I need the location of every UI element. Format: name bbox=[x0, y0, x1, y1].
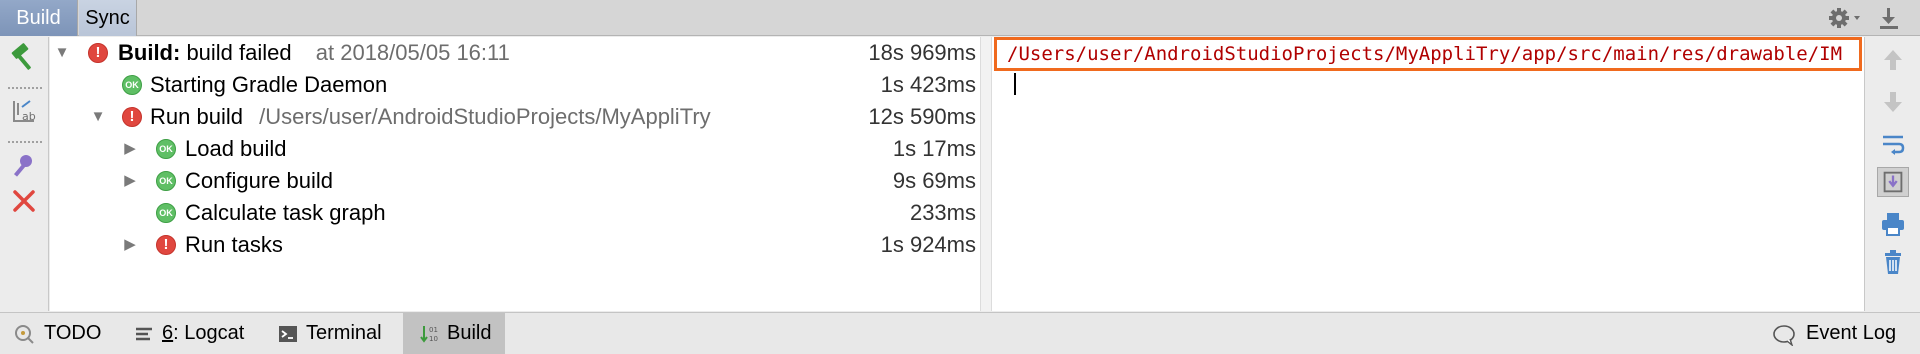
hide-panel-icon[interactable] bbox=[1874, 4, 1904, 32]
tree-row-task-graph[interactable]: OK Calculate task graph 233ms bbox=[50, 197, 980, 229]
toolbar-separator bbox=[8, 87, 42, 89]
build-title-bold: Build: bbox=[118, 40, 181, 65]
duration: 12s 590ms bbox=[868, 104, 976, 129]
svg-text:10: 10 bbox=[429, 335, 438, 343]
soft-wrap-icon[interactable] bbox=[1877, 129, 1909, 159]
row-title: Run tasks bbox=[185, 232, 283, 257]
tab-event-log[interactable]: Event Log bbox=[1772, 313, 1914, 354]
error-icon: ! bbox=[156, 235, 176, 255]
tab-logcat[interactable]: 6: Logcat bbox=[134, 313, 254, 354]
tab-terminal[interactable]: Terminal bbox=[278, 313, 398, 354]
close-icon[interactable] bbox=[8, 185, 40, 217]
tree-row-daemon[interactable]: OK Starting Gradle Daemon 1s 423ms bbox=[50, 69, 980, 101]
tab-todo[interactable]: TODO bbox=[12, 313, 102, 354]
toolbar-separator bbox=[8, 141, 42, 143]
svg-text:01: 01 bbox=[429, 326, 438, 334]
duration: 1s 423ms bbox=[880, 72, 976, 97]
row-title: Load build bbox=[185, 136, 287, 161]
tree-row-build[interactable]: ▼ ! Build: build failed at 2018/05/05 16… bbox=[50, 37, 980, 69]
console-output[interactable]: /Users/user/AndroidStudioProjects/MyAppl… bbox=[992, 37, 1864, 311]
error-icon: ! bbox=[88, 43, 108, 63]
ok-icon: OK bbox=[156, 171, 176, 191]
tree-row-run-tasks[interactable]: ▶ ! Run tasks 1s 924ms bbox=[50, 229, 980, 261]
left-toolbar: ab bbox=[0, 37, 49, 311]
gear-icon[interactable] bbox=[1828, 6, 1864, 30]
expand-toggle-icon[interactable]: ▼ bbox=[88, 101, 108, 133]
row-title: Starting Gradle Daemon bbox=[150, 72, 388, 97]
duration: 1s 924ms bbox=[880, 232, 976, 257]
up-arrow-icon[interactable] bbox=[1877, 45, 1909, 75]
collapsed-toggle-icon[interactable]: ▶ bbox=[120, 133, 140, 165]
row-title: Calculate task graph bbox=[185, 200, 386, 225]
terminal-icon bbox=[279, 326, 297, 342]
error-icon: ! bbox=[122, 107, 142, 127]
tab-label: TODO bbox=[44, 322, 102, 344]
error-path-line[interactable]: /Users/user/AndroidStudioProjects/MyAppl… bbox=[994, 37, 1862, 71]
print-icon[interactable] bbox=[1877, 209, 1909, 239]
duration: 233ms bbox=[909, 200, 976, 225]
tab-label: : Logcat bbox=[173, 322, 245, 344]
ok-icon: OK bbox=[156, 203, 176, 223]
build-tool-window-header: Build Sync bbox=[0, 0, 1920, 36]
ok-icon: OK bbox=[156, 139, 176, 159]
scroll-to-end-icon[interactable] bbox=[1877, 167, 1909, 197]
trash-icon[interactable] bbox=[1877, 247, 1909, 277]
expand-toggle-icon[interactable]: ▼ bbox=[52, 37, 72, 69]
tab-label: Terminal bbox=[306, 322, 382, 344]
event-log-icon bbox=[1773, 325, 1795, 346]
text-caret bbox=[1014, 73, 1016, 95]
build-title: build failed bbox=[180, 40, 292, 65]
collapsed-toggle-icon[interactable]: ▶ bbox=[120, 229, 140, 261]
tab-build-bottom[interactable]: 01 10 Build bbox=[403, 313, 505, 354]
duration: 18s 969ms bbox=[868, 40, 976, 65]
duration: 9s 69ms bbox=[892, 168, 976, 193]
right-toolbar bbox=[1864, 37, 1920, 311]
ok-icon: OK bbox=[122, 75, 142, 95]
pin-icon[interactable] bbox=[8, 149, 40, 181]
todo-icon bbox=[15, 325, 34, 344]
bottom-tool-bar: TODO 6: Logcat Terminal 01 10 Build Even… bbox=[0, 312, 1920, 354]
tab-build[interactable]: Build bbox=[0, 0, 78, 36]
build-timestamp: at 2018/05/05 16:11 bbox=[315, 40, 510, 65]
tab-label: Build bbox=[447, 322, 492, 344]
duration: 1s 17ms bbox=[892, 136, 976, 161]
build-tree: ▼ ! Build: build failed at 2018/05/05 16… bbox=[50, 37, 980, 311]
hammer-icon[interactable] bbox=[8, 43, 40, 75]
project-path: /Users/user/AndroidStudioProjects/MyAppl… bbox=[259, 104, 711, 129]
toggle-view-icon[interactable]: ab bbox=[8, 95, 40, 127]
build-icon: 01 10 bbox=[420, 326, 438, 343]
tab-mnemonic: 6 bbox=[162, 322, 174, 344]
down-arrow-icon[interactable] bbox=[1877, 87, 1909, 117]
tab-sync[interactable]: Sync bbox=[79, 0, 137, 36]
tree-row-run-build[interactable]: ▼ ! Run build /Users/user/AndroidStudioP… bbox=[50, 101, 980, 133]
splitter-handle[interactable] bbox=[980, 37, 992, 311]
svg-text:ab: ab bbox=[22, 110, 36, 123]
tree-row-configure-build[interactable]: ▶ OK Configure build 9s 69ms bbox=[50, 165, 980, 197]
collapsed-toggle-icon[interactable]: ▶ bbox=[120, 165, 140, 197]
logcat-icon bbox=[136, 327, 152, 341]
row-title: Configure build bbox=[185, 168, 333, 193]
tab-label: Event Log bbox=[1806, 322, 1897, 344]
row-title: Run build bbox=[150, 104, 243, 129]
tree-row-load-build[interactable]: ▶ OK Load build 1s 17ms bbox=[50, 133, 980, 165]
